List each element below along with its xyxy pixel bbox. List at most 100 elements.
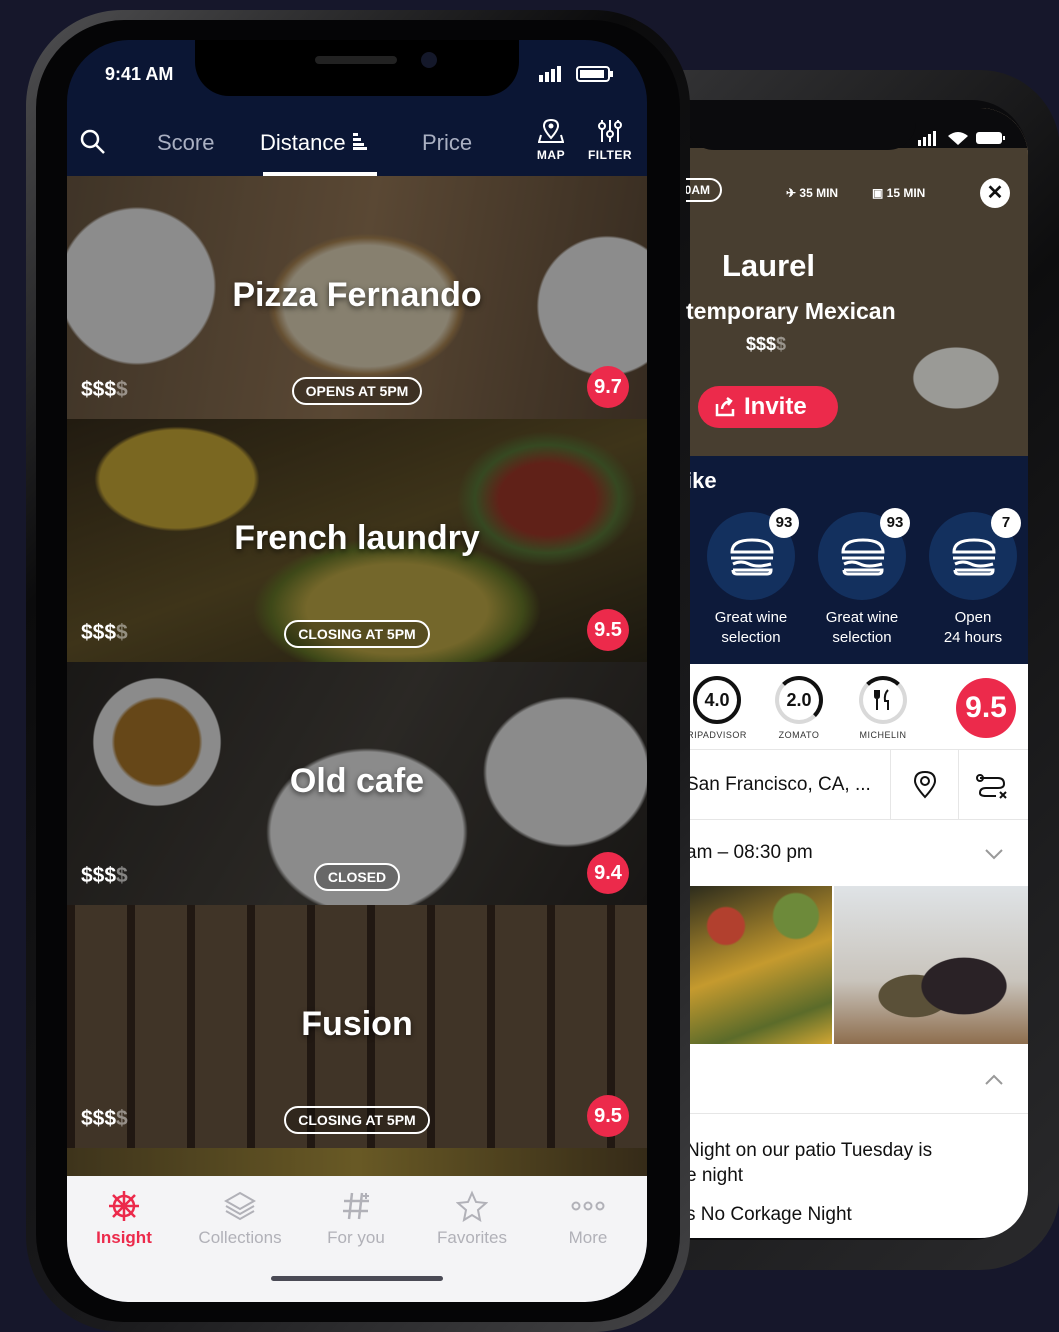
tab-distance[interactable]: Distance: [260, 130, 368, 156]
notch: [195, 40, 519, 96]
drive-time-text: 15 MIN: [886, 186, 926, 200]
top-navigation: Score Distance Price MAP FILTER: [67, 110, 647, 176]
layers-icon: [224, 1191, 256, 1221]
directions-icon[interactable]: [976, 772, 1008, 800]
status-badge: CLOSING AT 5PM: [67, 1106, 647, 1134]
filter-icon: [598, 120, 622, 142]
restaurant-card[interactable]: Pizza Fernando $$$$ OPENS AT 5PM 9.7: [67, 176, 647, 419]
score-zomato[interactable]: 2.0 ZOMATO: [764, 676, 834, 740]
detail-screen: 10AM ✈ 35 MIN ▣ 15 MIN ✕ Laurel temporar…: [686, 108, 1028, 1238]
search-icon[interactable]: [79, 128, 107, 156]
status-text: CLOSING AT 5PM: [284, 620, 430, 648]
tab-distance-label: Distance: [260, 130, 346, 155]
event-note-line: Night on our patio Tuesday is: [686, 1140, 933, 1161]
tab-more[interactable]: More: [533, 1190, 643, 1248]
bottom-tab-bar: Insight Collections For you Favorites Mo…: [67, 1176, 647, 1302]
filter-button[interactable]: FILTER: [585, 118, 635, 162]
score-tripadvisor[interactable]: 4.0 RIPADVISOR: [686, 676, 752, 740]
filter-label: FILTER: [587, 148, 633, 162]
distance-pill: 10AM: [686, 178, 723, 202]
status-badge: OPENS AT 5PM: [67, 377, 647, 405]
tab-label: Insight: [96, 1228, 152, 1247]
score-michelin[interactable]: MICHELIN: [848, 676, 918, 740]
home-indicator[interactable]: [271, 1276, 443, 1281]
more-icon: [571, 1201, 605, 1211]
tab-for-you[interactable]: For you: [301, 1190, 411, 1248]
card-shade: [67, 1148, 647, 1176]
restaurant-name: Fusion: [301, 1005, 413, 1043]
map-pin-icon[interactable]: [912, 770, 938, 800]
walk-icon: ✈: [786, 186, 800, 200]
events-header[interactable]: [686, 1044, 1028, 1114]
status-text: OPENS AT 5PM: [291, 377, 423, 405]
rating-badge: 9.7: [587, 366, 629, 408]
restaurant-name: Pizza Fernando: [232, 276, 482, 314]
rating-badge: 9.5: [587, 1095, 629, 1137]
hours-text: am – 08:30 pm: [686, 842, 813, 863]
like-badge[interactable]: 7 Open 24 hours: [928, 508, 1021, 648]
burger-icon: [952, 538, 996, 576]
status-icons: [539, 64, 617, 87]
like-badge-circle: 93: [707, 508, 799, 600]
tab-favorites[interactable]: Favorites: [417, 1190, 527, 1248]
burger-icon: [841, 538, 885, 576]
tab-insight[interactable]: Insight: [69, 1190, 179, 1248]
photo-thumbnail[interactable]: [834, 886, 1028, 1044]
scores-row: 4.0 RIPADVISOR 2.0 ZOMATO MICHELIN 9.5: [686, 664, 1028, 750]
rating-badge: 9.5: [587, 609, 629, 651]
restaurant-card[interactable]: Old cafe $$$$ CLOSED 9.4: [67, 662, 647, 905]
people-like-section: ike 93 Great wine selection 93 Great win…: [686, 456, 1028, 664]
detail-notch: [686, 108, 916, 150]
status-badge: CLOSED: [67, 863, 647, 891]
invite-button[interactable]: Invite: [698, 386, 838, 428]
address-row: San Francisco, CA, ...: [686, 750, 1028, 820]
tab-label: Favorites: [437, 1228, 507, 1247]
like-badge[interactable]: 93 Great wine selection: [706, 508, 799, 648]
restaurant-card[interactable]: Fusion $$$$ CLOSING AT 5PM 9.5: [67, 905, 647, 1148]
signal-wifi-battery-icon: [918, 131, 1005, 146]
score-ring: [859, 676, 907, 724]
price-filled: $$$: [746, 334, 777, 354]
restaurant-name: Laurel: [722, 248, 816, 283]
speaker: [315, 56, 397, 64]
like-label: Great wine selection: [714, 609, 788, 646]
chevron-down-icon: [985, 849, 1003, 860]
close-icon[interactable]: ✕: [980, 178, 1010, 208]
restaurant-price: $$$$: [746, 334, 786, 355]
tab-score[interactable]: Score: [157, 130, 214, 156]
map-button[interactable]: MAP: [526, 118, 576, 162]
tab-label: For you: [327, 1228, 385, 1247]
event-note-line: e night: [686, 1165, 744, 1186]
sort-icon: [352, 133, 367, 150]
tab-label: More: [568, 1228, 608, 1247]
like-badge[interactable]: 93 Great wine selection: [817, 508, 910, 648]
signal-battery-icon: [539, 66, 613, 82]
camera: [421, 52, 437, 68]
event-note: Night on our patio Tuesday is e night: [686, 1138, 1028, 1188]
restaurant-list: Pizza Fernando $$$$ OPENS AT 5PM 9.7 Fre…: [67, 176, 647, 1176]
map-label: MAP: [536, 148, 566, 162]
tab-collections[interactable]: Collections: [185, 1190, 295, 1248]
tab-label: Collections: [198, 1228, 282, 1247]
restaurant-card[interactable]: French laundry $$$$ CLOSING AT 5PM 9.5: [67, 419, 647, 662]
map-pin-icon: [538, 118, 564, 143]
score-source: RIPADVISOR: [687, 730, 747, 740]
price-dim: $: [776, 334, 787, 354]
tab-price[interactable]: Price: [422, 130, 472, 156]
like-count: 93: [880, 508, 910, 538]
hours-row[interactable]: am – 08:30 pm: [686, 820, 1028, 886]
photo-thumbnail[interactable]: [686, 886, 832, 1044]
detail-status-icons: [918, 130, 1006, 150]
event-note-title: s No Corkage Night: [686, 1204, 852, 1225]
score-ring: 4.0: [693, 676, 741, 724]
restaurant-card-peek: [67, 1148, 647, 1176]
score-ring: 2.0: [775, 676, 823, 724]
status-badge: CLOSING AT 5PM: [67, 620, 647, 648]
invite-label: Invite: [744, 393, 807, 420]
drive-time: ▣ 15 MIN: [872, 186, 925, 200]
walk-time-text: 35 MIN: [799, 186, 839, 200]
like-label: Great wine selection: [825, 609, 899, 646]
restaurant-name: French laundry: [234, 519, 480, 557]
fork-knife-icon: [874, 689, 889, 710]
score-source: ZOMATO: [778, 730, 820, 740]
